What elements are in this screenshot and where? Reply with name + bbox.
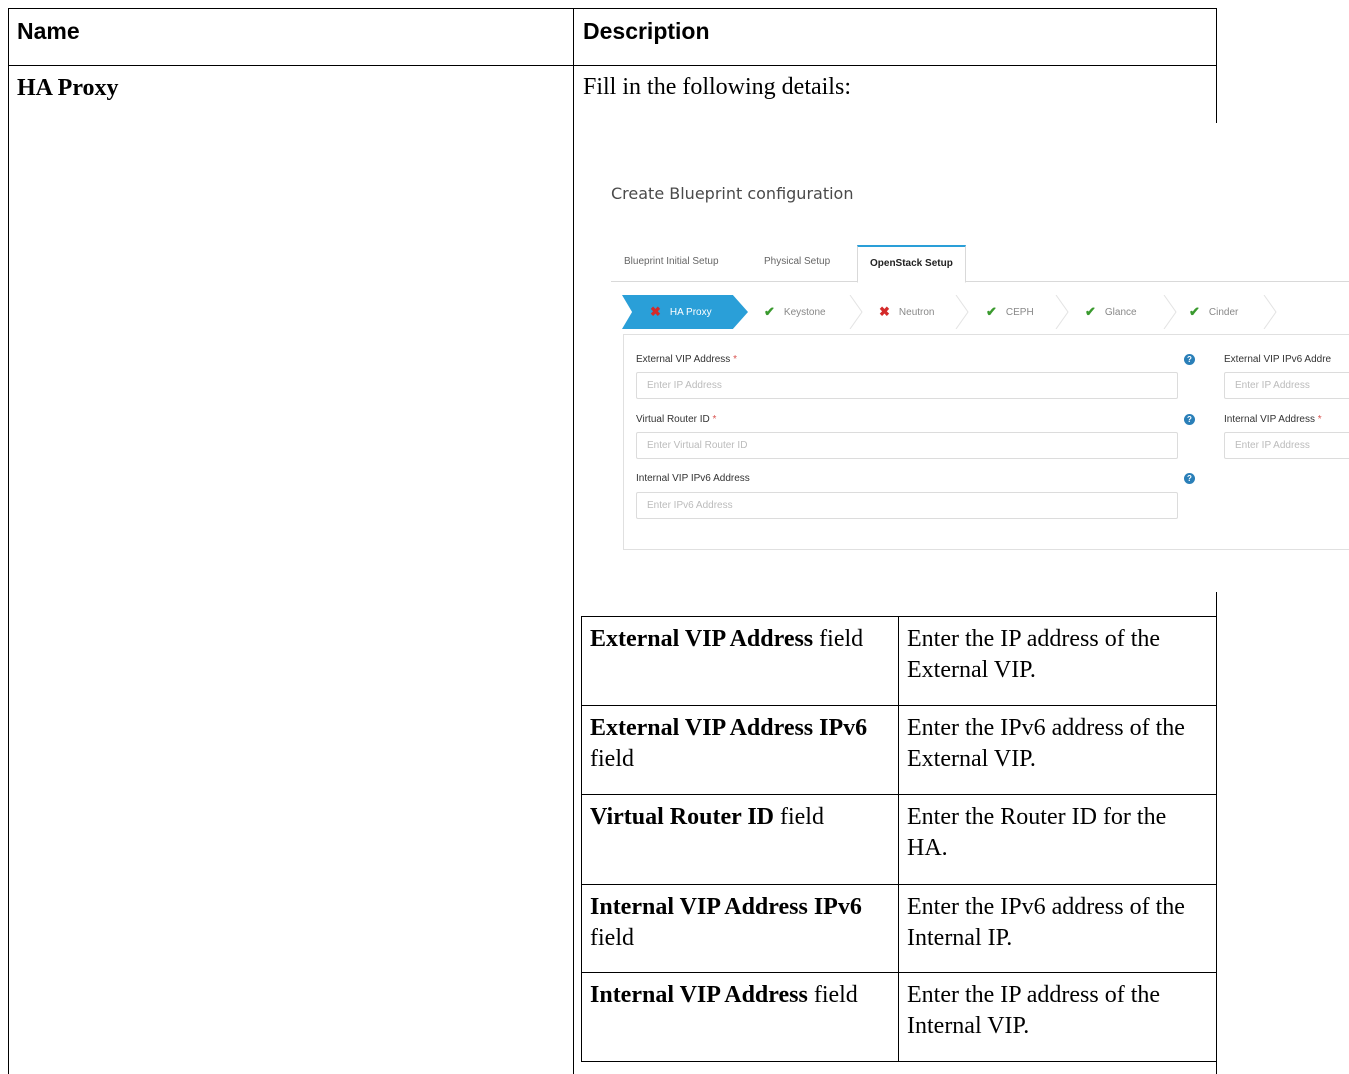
inner-field-cell: Internal VIP Address field (590, 982, 858, 1008)
external-vip-ipv6-input[interactable]: Enter IP Address (1224, 372, 1349, 399)
outer-mid-border (573, 8, 574, 1074)
internal-vip-ipv6-input[interactable]: Enter IPv6 Address (636, 492, 1178, 519)
inner-field-cell: Internal VIP Address IPv6 field (590, 894, 862, 951)
step-ha-proxy[interactable]: ✖ HA Proxy (622, 295, 748, 329)
inner-desc-cell: Enter the IPv6 address of the External VI… (907, 715, 1185, 772)
info-icon[interactable]: ? (1184, 414, 1195, 425)
outer-top-border (8, 8, 1217, 9)
inner-field-cell: External VIP Address field (590, 626, 864, 652)
step-label: Neutron (898, 306, 935, 318)
inner-row-divider (581, 794, 1216, 795)
form-panel: External VIP Address * ? Enter IP Addres… (623, 334, 1349, 550)
inner-desc-cell: Enter the IP address of the External VIP. (907, 626, 1161, 683)
inner-bottom-border (581, 1061, 1216, 1062)
step-label: Cinder (1208, 306, 1239, 318)
external-vip-label: External VIP Address * (636, 354, 737, 365)
internal-vip-label: Internal VIP Address * (1224, 414, 1322, 425)
step-neutron[interactable]: ✖ Neutron (879, 295, 934, 329)
inner-desc-cell: Enter the IP address of the Internal VIP. (907, 982, 1161, 1039)
x-icon: ✖ (879, 304, 890, 319)
header-name: Name (17, 18, 80, 44)
screenshot-title: Create Blueprint configuration (611, 184, 854, 203)
info-icon[interactable]: ? (1184, 473, 1195, 484)
step-label: CEPH (1005, 306, 1034, 318)
chevron-divider (1263, 295, 1277, 329)
check-icon: ✔ (1189, 304, 1200, 319)
internal-vip-ipv6-label: Internal VIP IPv6 Address (636, 473, 750, 484)
chevron-divider (1163, 295, 1177, 329)
info-icon[interactable]: ? (1184, 354, 1195, 365)
outer-left-border (8, 8, 9, 1074)
inner-row-divider (581, 705, 1216, 706)
inner-row-divider (581, 972, 1216, 973)
blueprint-screenshot: Create Blueprint configuration Blueprint… (578, 123, 1349, 589)
step-ceph[interactable]: ✔ CEPH (986, 295, 1034, 329)
x-icon: ✖ (650, 304, 661, 319)
inner-left-border (581, 616, 582, 1062)
inner-mid-border (898, 616, 899, 1062)
virtual-router-input[interactable]: Enter Virtual Router ID (636, 432, 1178, 459)
outer-right-border-top (1216, 8, 1217, 124)
header-description: Description (583, 18, 710, 44)
tab-blueprint-initial-setup[interactable]: Blueprint Initial Setup (624, 245, 719, 279)
chevron-divider (1055, 295, 1069, 329)
row-name-ha-proxy: HA Proxy (17, 75, 119, 101)
inner-field-cell: Virtual Router ID field (590, 804, 824, 830)
row-intro-text: Fill in the following details: (583, 74, 851, 100)
tab-physical-setup[interactable]: Physical Setup (764, 245, 830, 279)
step-keystone[interactable]: ✔ Keystone (764, 295, 826, 329)
step-label: HA Proxy (669, 306, 712, 318)
wizard-steps: ✖ HA Proxy ✔ Keystone ✖ Neutron ✔ CEPH ✔… (622, 295, 1349, 329)
outer-right-border-bottom (1216, 592, 1217, 1074)
external-vip-ipv6-label: External VIP IPv6 Addre (1224, 354, 1332, 365)
inner-row-divider (581, 884, 1216, 885)
check-icon: ✔ (1085, 304, 1096, 319)
step-label: Keystone (783, 306, 826, 318)
tab-bar: Blueprint Initial Setup Physical Setup O… (611, 245, 1349, 283)
chevron-divider (849, 295, 863, 329)
check-icon: ✔ (986, 304, 997, 319)
outer-header-bottom-border (8, 65, 1217, 66)
step-glance[interactable]: ✔ Glance (1085, 295, 1137, 329)
inner-desc-cell: Enter the Router ID for the HA. (907, 804, 1167, 861)
tab-openstack-setup[interactable]: OpenStack Setup (857, 245, 966, 283)
step-label: Glance (1104, 306, 1137, 318)
external-vip-input[interactable]: Enter IP Address (636, 372, 1178, 399)
inner-field-cell: External VIP Address IPv6 field (590, 715, 868, 772)
virtual-router-label: Virtual Router ID * (636, 414, 717, 425)
internal-vip-input[interactable]: Enter IP Address (1224, 432, 1349, 459)
inner-desc-cell: Enter the IPv6 address of the Internal IP… (907, 894, 1185, 951)
chevron-divider (955, 295, 969, 329)
check-icon: ✔ (764, 304, 775, 319)
step-cinder[interactable]: ✔ Cinder (1189, 295, 1238, 329)
